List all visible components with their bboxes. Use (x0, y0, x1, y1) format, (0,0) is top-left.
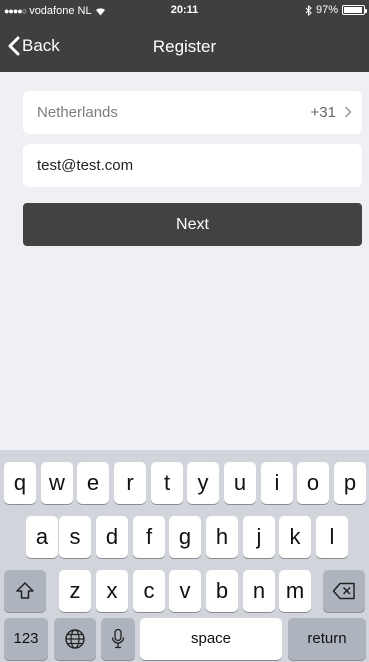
key-o[interactable]: o (297, 462, 329, 504)
shift-icon (16, 582, 34, 599)
key-b[interactable]: b (206, 570, 238, 612)
key-m[interactable]: m (279, 570, 311, 612)
key-n[interactable]: n (243, 570, 275, 612)
key-d[interactable]: d (96, 516, 128, 558)
dictation-key[interactable] (101, 618, 135, 660)
key-w[interactable]: w (41, 462, 73, 504)
backspace-icon (332, 582, 355, 600)
delete-key[interactable] (323, 570, 365, 612)
status-bar: ●●●●○ vodafone NL 20:11 97% (0, 0, 369, 22)
email-field[interactable] (37, 144, 347, 187)
key-x[interactable]: x (96, 570, 128, 612)
bluetooth-icon (305, 4, 312, 16)
status-right: 97% (305, 4, 367, 16)
key-c[interactable]: c (133, 570, 165, 612)
key-v[interactable]: v (169, 570, 201, 612)
numbers-key[interactable]: 123 (4, 618, 48, 660)
top-bar: ●●●●○ vodafone NL 20:11 97% Back Registe… (0, 0, 369, 72)
key-s[interactable]: s (59, 516, 91, 558)
email-field-container (23, 144, 362, 187)
key-u[interactable]: u (224, 462, 256, 504)
key-l[interactable]: l (316, 516, 348, 558)
key-e[interactable]: e (77, 462, 109, 504)
page-title: Register (152, 37, 217, 56)
key-y[interactable]: y (187, 462, 219, 504)
key-q[interactable]: q (4, 462, 36, 504)
key-t[interactable]: t (151, 462, 183, 504)
shift-key[interactable] (4, 570, 46, 612)
key-j[interactable]: j (243, 516, 275, 558)
key-r[interactable]: r (114, 462, 146, 504)
key-f[interactable]: f (133, 516, 165, 558)
key-h[interactable]: h (206, 516, 238, 558)
country-selector[interactable]: Netherlands +31 (23, 91, 362, 134)
navigation-bar: Back Register (0, 22, 369, 72)
battery-percent: 97% (315, 4, 338, 16)
key-k[interactable]: k (279, 516, 311, 558)
globe-icon (65, 629, 85, 649)
next-button[interactable]: Next (23, 203, 362, 246)
space-key[interactable]: space (140, 618, 282, 660)
key-i[interactable]: i (261, 462, 293, 504)
country-code: +31 (310, 104, 336, 121)
key-g[interactable]: g (169, 516, 201, 558)
key-z[interactable]: z (59, 570, 91, 612)
key-p[interactable]: p (334, 462, 366, 504)
chevron-right-icon (344, 106, 352, 118)
globe-key[interactable] (54, 618, 96, 660)
return-key[interactable]: return (288, 618, 366, 660)
key-a[interactable]: a (26, 516, 58, 558)
country-name: Netherlands (37, 104, 118, 121)
microphone-icon (111, 628, 125, 649)
keyboard: q w e r t y u i o p a s d f g h j k l z … (0, 450, 369, 662)
battery-icon (342, 5, 367, 15)
